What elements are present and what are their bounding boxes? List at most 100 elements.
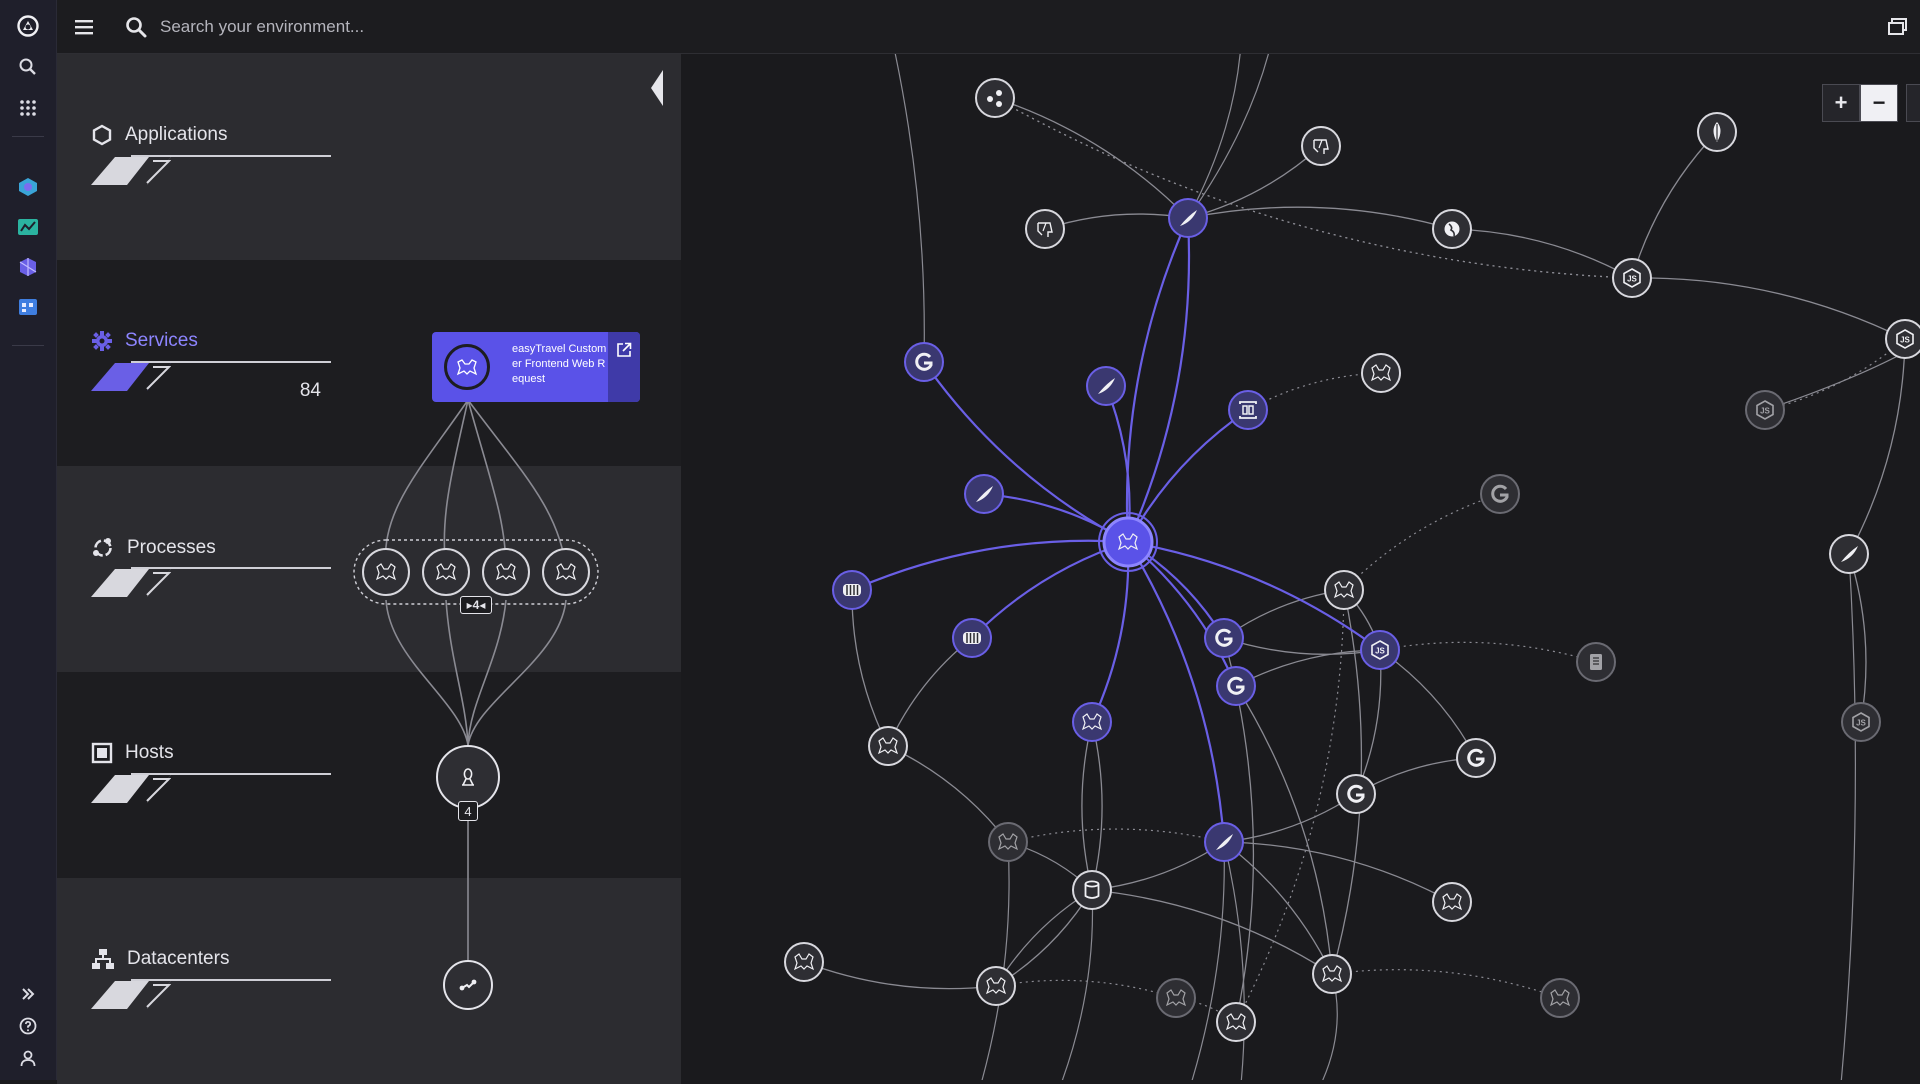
network-icon (459, 979, 477, 991)
graph-node-nodejs[interactable]: JS (1885, 319, 1920, 359)
graph-node-database[interactable] (1072, 870, 1112, 910)
graph-edge (1631, 277, 1906, 340)
graph-edge (1091, 889, 1333, 975)
process-node[interactable] (542, 548, 590, 596)
graph-edge (1840, 553, 1856, 1080)
graph-edge (1355, 649, 1382, 795)
graph-node-tomcat[interactable] (976, 966, 1016, 1006)
graph-node-tomcat[interactable] (1312, 954, 1352, 994)
graph-edge (1091, 721, 1103, 891)
zoom-out-button[interactable]: − (1860, 84, 1898, 122)
graph-edge (1081, 721, 1093, 891)
host-count: 4 (464, 803, 472, 819)
graph-edge (1187, 206, 1453, 230)
graph-node-nodejs[interactable]: JS (1612, 258, 1652, 298)
svg-text:JS: JS (1627, 275, 1637, 284)
graph-node-nodejs[interactable]: JS (1841, 702, 1881, 742)
graph-edge (1223, 841, 1245, 1080)
graph-edge (995, 889, 1093, 987)
service-icon (1590, 654, 1602, 670)
graph-node-tomcat[interactable] (1216, 1002, 1256, 1042)
graph-node-share[interactable] (975, 78, 1015, 118)
graph-edge (1451, 228, 1633, 279)
graph-edge (1044, 213, 1189, 230)
graph-edge-dashed (1007, 828, 1225, 843)
graph-edge-highlighted (1127, 409, 1249, 543)
linux-icon (462, 768, 474, 786)
graph-edge (894, 54, 925, 363)
graph-node-mongodb[interactable] (1697, 112, 1737, 152)
graph-edge (994, 97, 1189, 219)
graph-edge-dashed (1764, 338, 1906, 411)
graph-edge (851, 589, 889, 747)
graph-edge (1235, 649, 1381, 687)
graph-node-tomcat[interactable] (1324, 570, 1364, 610)
open-external-icon[interactable] (608, 332, 640, 402)
graph-edge-dashed (1331, 969, 1561, 999)
graph-node-tomcat[interactable] (868, 726, 908, 766)
graph-edge-highlighted (1091, 541, 1130, 723)
host-count-badge: 4 (458, 801, 478, 821)
datacenter-node[interactable] (443, 960, 493, 1010)
graph-node-go[interactable] (1480, 474, 1520, 514)
graph-node-tomcat[interactable] (1072, 702, 1112, 742)
graph-node-nodejs[interactable]: JS (1360, 630, 1400, 670)
process-count: 4 (472, 598, 480, 612)
svg-text:JS: JS (1375, 647, 1385, 656)
zoom-in-button[interactable]: + (1822, 84, 1860, 122)
svg-text:JS: JS (1856, 719, 1866, 728)
graph-node-tomcat[interactable] (1098, 512, 1158, 572)
graph-edge (1848, 553, 1867, 723)
graph-edge (995, 889, 1093, 987)
graph-node-go[interactable] (1456, 738, 1496, 778)
graph-node-go[interactable] (1216, 666, 1256, 706)
graph-node-nginx[interactable] (952, 618, 992, 658)
graph-edge (887, 745, 1009, 843)
graph-node-globe[interactable] (1432, 209, 1472, 249)
graph-edge-highlighted (1127, 541, 1238, 687)
graph-edge (1848, 338, 1906, 555)
graph-node-tomcat[interactable] (1432, 882, 1472, 922)
graph-edge (1061, 889, 1094, 1080)
process-node[interactable] (482, 548, 530, 596)
graph-node-tomcat[interactable] (1156, 978, 1196, 1018)
graph-node-feather[interactable] (1204, 822, 1244, 862)
process-node[interactable] (422, 548, 470, 596)
window-toggle-icon[interactable] (1886, 15, 1910, 39)
process-count-badge: ▸ 4 ◂ (460, 596, 492, 614)
graph-node-nodejs[interactable]: JS (1745, 390, 1785, 430)
stack-connections (353, 399, 599, 960)
globe-icon (1444, 221, 1460, 237)
tomcat-icon (435, 563, 457, 581)
graph-node-tomcat[interactable] (988, 822, 1028, 862)
process-node[interactable] (362, 548, 410, 596)
graph-node-elephant[interactable] (1025, 209, 1065, 249)
graph-node-feather[interactable] (1829, 534, 1869, 574)
graph-node-go[interactable] (1204, 618, 1244, 658)
graph-node-nginx[interactable] (832, 570, 872, 610)
host-node[interactable] (436, 745, 500, 809)
service-card[interactable]: easyTravel Customer Frontend Web Request (432, 332, 640, 402)
graph-edge (887, 637, 973, 747)
tomcat-icon (495, 563, 517, 581)
graph-node-feather[interactable] (964, 474, 1004, 514)
graph-edge-dashed (994, 97, 1633, 279)
graph-node-elephant[interactable] (1301, 126, 1341, 166)
graph-edge (1223, 637, 1381, 655)
graph-edge (1379, 649, 1477, 759)
svg-text:JS: JS (1900, 336, 1910, 345)
graph-edge (1223, 793, 1357, 843)
graph-node-go[interactable] (1336, 774, 1376, 814)
graph-node-service[interactable] (1576, 642, 1616, 682)
graph-node-tomcat[interactable] (1540, 978, 1580, 1018)
graph-edge (1223, 841, 1333, 975)
graph-node-feather[interactable] (1168, 198, 1208, 238)
graph-node-container[interactable] (1228, 390, 1268, 430)
graph-node-go[interactable] (904, 342, 944, 382)
graph-node-feather[interactable] (1086, 366, 1126, 406)
graph-edge-dashed (1343, 493, 1501, 591)
graph-node-tomcat[interactable] (784, 942, 824, 982)
smartscape-graph[interactable]: JS JS JS JS JS (681, 54, 1920, 1080)
fit-view-button[interactable] (1906, 84, 1920, 122)
graph-node-tomcat[interactable] (1361, 353, 1401, 393)
